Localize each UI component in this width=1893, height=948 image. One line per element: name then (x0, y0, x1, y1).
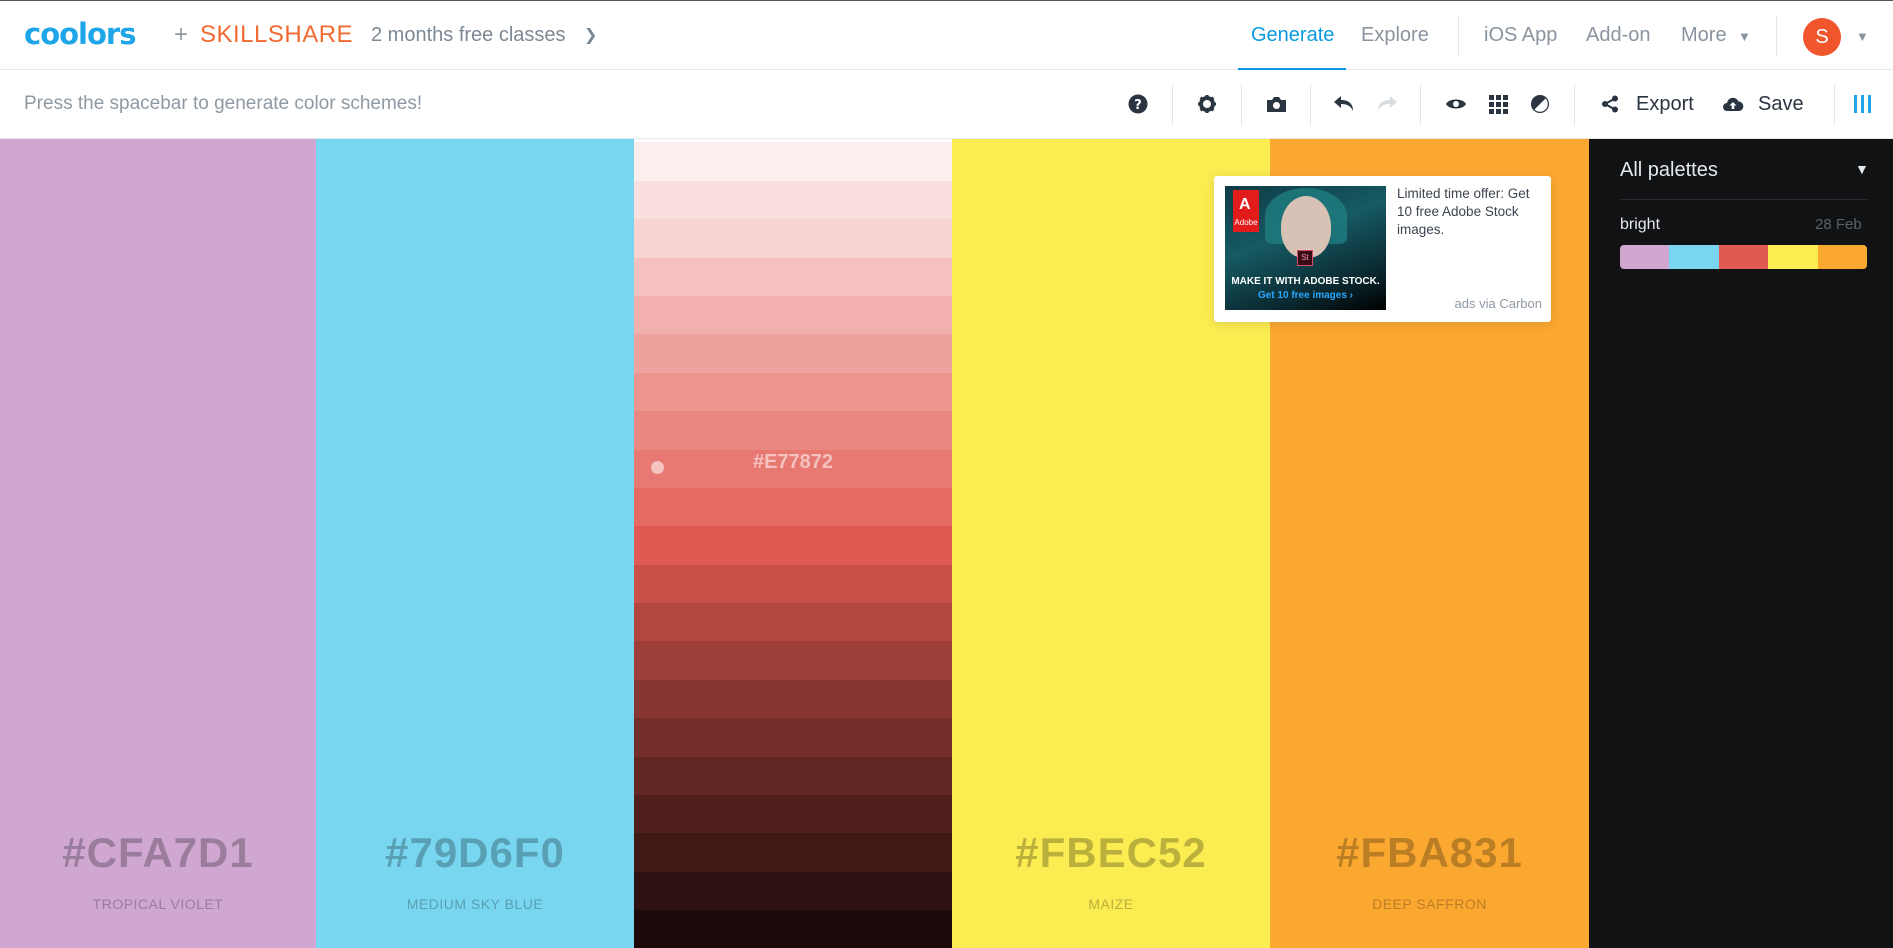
palette-swatch (1817, 245, 1867, 269)
shade-swatch[interactable] (634, 564, 952, 604)
columns-icon[interactable] (1849, 90, 1877, 118)
toolbar-divider (1241, 84, 1242, 126)
adobe-logo-icon: A Adobe (1233, 190, 1259, 232)
share-icon[interactable] (1596, 90, 1624, 118)
toolbar-divider (1834, 84, 1835, 126)
shade-swatch[interactable] (634, 909, 952, 948)
chevron-down-icon[interactable]: ▼ (1855, 161, 1869, 177)
color-hex[interactable]: #FBEC52 (952, 829, 1270, 877)
shade-swatch[interactable] (634, 525, 952, 565)
toolbar-divider (1172, 84, 1173, 126)
color-name[interactable]: MEDIUM SKY BLUE (316, 896, 634, 912)
color-name[interactable]: TROPICAL VIOLET (0, 896, 316, 912)
redo-icon[interactable] (1373, 90, 1401, 118)
toolbar-divider (1420, 84, 1421, 126)
nav-divider (1776, 15, 1777, 57)
color-name[interactable]: MAIZE (952, 896, 1270, 912)
palette-swatch (1718, 245, 1769, 269)
ad-text[interactable]: Limited time offer: Get 10 free Adobe St… (1397, 185, 1537, 239)
skillshare-logo[interactable]: SKILLSHARE (200, 21, 353, 49)
shade-swatch[interactable] (634, 832, 952, 872)
shade-swatch[interactable] (634, 295, 952, 335)
saved-palette-swatches[interactable] (1620, 245, 1867, 269)
shade-swatch[interactable] (634, 679, 952, 719)
skillshare-brand: SKILLSHARE (200, 21, 354, 48)
shade-swatch[interactable] (634, 410, 952, 450)
shade-swatch[interactable] (634, 487, 952, 527)
saved-palette-name[interactable]: bright (1620, 216, 1660, 234)
eye-icon[interactable] (1442, 90, 1470, 118)
top-navbar: coolors + SKILLSHARE 2 months free class… (0, 0, 1893, 71)
gear-icon[interactable] (1193, 90, 1221, 118)
camera-icon[interactable] (1262, 90, 1290, 118)
undo-icon[interactable] (1330, 90, 1358, 118)
shade-swatch[interactable] (634, 640, 952, 680)
shade-swatch[interactable] (634, 871, 952, 911)
color-column-tropical-violet[interactable]: #CFA7D1 TROPICAL VIOLET (0, 139, 316, 948)
adobe-logo-text: Adobe (1234, 218, 1258, 227)
promo-link[interactable]: 2 months free classes (371, 24, 566, 47)
color-hex[interactable]: #CFA7D1 (0, 829, 316, 877)
contrast-icon[interactable] (1526, 90, 1554, 118)
ads-via-carbon-link[interactable]: ads via Carbon (1455, 296, 1542, 311)
palette-swatch (1669, 245, 1719, 269)
ad-image-cta[interactable]: Get 10 free images › (1225, 290, 1386, 301)
save-button[interactable]: Save (1758, 93, 1804, 116)
toolbar-divider (1310, 84, 1311, 126)
sidebar-divider (1620, 199, 1867, 200)
chevron-right-icon[interactable]: ❯ (584, 25, 597, 45)
shade-swatch[interactable] (634, 180, 952, 220)
adobe-stock-icon: St (1297, 250, 1313, 266)
color-name[interactable]: DEEP SAFFRON (1270, 896, 1589, 912)
shades-column[interactable]: #E77872 (634, 139, 952, 948)
chevron-down-icon[interactable]: ▼ (1738, 29, 1751, 44)
palette-swatch (1768, 245, 1818, 269)
selected-shade-hex[interactable]: #E77872 (634, 451, 952, 474)
nav-addon[interactable]: Add-on (1586, 24, 1651, 47)
carbon-ad[interactable]: A Adobe St MAKE IT WITH ADOBE STOCK. Get … (1214, 176, 1551, 322)
palette-area: #CFA7D1 TROPICAL VIOLET #79D6F0 MEDIUM S… (0, 139, 1589, 948)
chevron-down-icon[interactable]: ▼ (1856, 29, 1869, 44)
help-icon[interactable]: ? (1124, 90, 1152, 118)
shade-swatch[interactable] (634, 602, 952, 642)
ad-image-headline: MAKE IT WITH ADOBE STOCK. (1231, 276, 1380, 287)
nav-more[interactable]: More (1681, 24, 1727, 47)
nav-divider (1458, 15, 1459, 57)
nav-generate[interactable]: Generate (1251, 24, 1334, 47)
palettes-sidebar: All palettes ▼ bright 28 Feb (1589, 139, 1893, 948)
user-avatar[interactable]: S (1803, 18, 1841, 56)
svg-text:?: ? (1134, 98, 1142, 113)
export-button[interactable]: Export (1636, 93, 1694, 116)
color-column-medium-sky-blue[interactable]: #79D6F0 MEDIUM SKY BLUE (316, 139, 634, 948)
palette-swatch (1620, 245, 1670, 269)
cloud-upload-icon[interactable] (1719, 90, 1747, 118)
sidebar-title[interactable]: All palettes (1620, 159, 1718, 182)
toolbar-divider (1574, 84, 1575, 126)
color-hex[interactable]: #79D6F0 (316, 829, 634, 877)
ad-image[interactable]: A Adobe St MAKE IT WITH ADOBE STOCK. Get … (1225, 186, 1386, 310)
nav-ios-app[interactable]: iOS App (1484, 24, 1557, 47)
shade-swatch[interactable] (634, 372, 952, 412)
saved-palette-date: 28 Feb (1815, 216, 1862, 233)
toolbar: Press the spacebar to generate color sch… (0, 70, 1893, 139)
logo-plus: + (174, 21, 189, 48)
ad-illustration (1281, 196, 1331, 258)
color-hex[interactable]: #FBA831 (1270, 829, 1589, 877)
shade-swatch[interactable] (634, 756, 952, 795)
shade-swatch[interactable] (634, 717, 952, 757)
spacebar-hint: Press the spacebar to generate color sch… (24, 93, 423, 114)
nav-explore[interactable]: Explore (1361, 24, 1429, 47)
coolors-logo[interactable]: coolors (24, 17, 136, 51)
shade-swatch[interactable] (634, 794, 952, 834)
shade-swatch[interactable] (634, 142, 952, 181)
grid-icon[interactable] (1484, 90, 1512, 118)
shade-swatch[interactable] (634, 218, 952, 258)
shade-swatch[interactable] (634, 257, 952, 297)
shade-swatch[interactable] (634, 333, 952, 373)
